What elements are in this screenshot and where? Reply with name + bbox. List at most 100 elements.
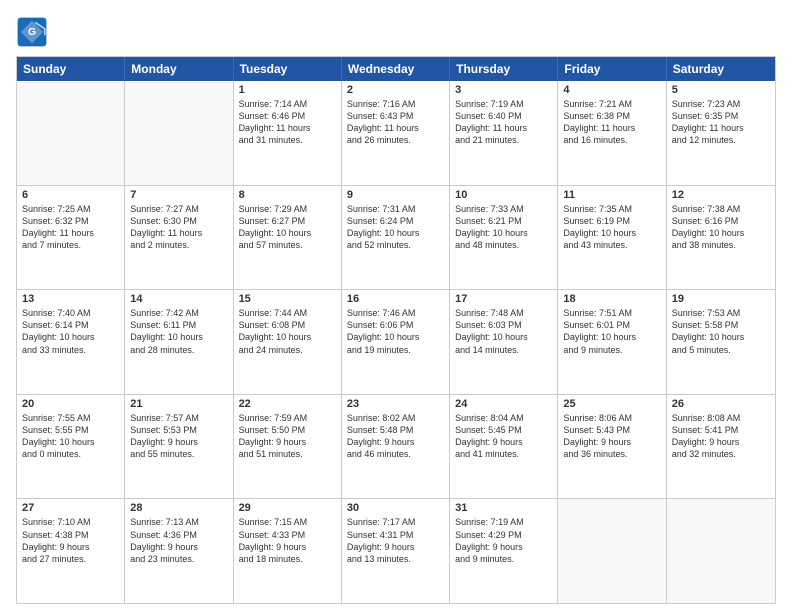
day-number: 2 [347,84,444,96]
day-number: 27 [22,502,119,514]
day-info: Sunrise: 7:53 AM Sunset: 5:58 PM Dayligh… [672,307,770,356]
day-info: Sunrise: 7:21 AM Sunset: 6:38 PM Dayligh… [563,98,660,147]
day-info: Sunrise: 7:57 AM Sunset: 5:53 PM Dayligh… [130,412,227,461]
day-info: Sunrise: 7:25 AM Sunset: 6:32 PM Dayligh… [22,203,119,252]
day-cell-13: 13Sunrise: 7:40 AM Sunset: 6:14 PM Dayli… [17,290,125,394]
day-cell-17: 17 Sunrise: 7:48 AM Sunset: 6:03 PM Dayli… [450,290,558,394]
day-number: 6 [22,189,119,201]
header-day-sunday: Sunday [17,57,125,81]
header-day-wednesday: Wednesday [342,57,450,81]
day-cell-12: 12 Sunrise: 7:38 AM Sunset: 6:16 PM Dayli… [667,186,775,290]
day-number: 3 [455,84,552,96]
day-number: 17 [455,293,552,305]
day-number: 9 [347,189,444,201]
week-row-2: 6 Sunrise: 7:25 AM Sunset: 6:32 PM Daylig… [17,185,775,290]
day-info: Sunrise: 7:14 AM Sunset: 6:46 PM Dayligh… [239,98,336,147]
day-number: 12 [672,189,770,201]
header-day-thursday: Thursday [450,57,558,81]
calendar-body: 1 Sunrise: 7:14 AM Sunset: 6:46 PM Daylig… [17,81,775,603]
header-day-saturday: Saturday [667,57,775,81]
day-cell-11: 11 Sunrise: 7:35 AM Sunset: 6:19 PM Dayli… [558,186,666,290]
day-info: Sunrise: 7:59 AM Sunset: 5:50 PM Dayligh… [239,412,336,461]
day-number: 28 [130,502,227,514]
day-cell-7: 7 Sunrise: 7:27 AM Sunset: 6:30 PM Daylig… [125,186,233,290]
day-cell-29: 29 Sunrise: 7:15 AM Sunset: 4:33 PM Dayli… [234,499,342,603]
day-cell-8: 8 Sunrise: 7:29 AM Sunset: 6:27 PM Daylig… [234,186,342,290]
page: G SundayMondayTuesdayWednesdayThursdayFr… [0,0,792,612]
day-number: 20 [22,398,119,410]
day-number: 5 [672,84,770,96]
day-number: 24 [455,398,552,410]
day-info: Sunrise: 8:02 AM Sunset: 5:48 PM Dayligh… [347,412,444,461]
day-cell-1: 1 Sunrise: 7:14 AM Sunset: 6:46 PM Daylig… [234,81,342,185]
day-number: 7 [130,189,227,201]
day-cell-27: 27 Sunrise: 7:10 AM Sunset: 4:38 PM Dayli… [17,499,125,603]
day-number: 16 [347,293,444,305]
day-number: 18 [563,293,660,305]
day-info: Sunrise: 7:33 AM Sunset: 6:21 PM Dayligh… [455,203,552,252]
day-number: 22 [239,398,336,410]
day-cell-5: 5 Sunrise: 7:23 AM Sunset: 6:35 PM Daylig… [667,81,775,185]
calendar-header: SundayMondayTuesdayWednesdayThursdayFrid… [17,57,775,81]
day-number: 14 [130,293,227,305]
day-cell-25: 25 Sunrise: 8:06 AM Sunset: 5:43 PM Dayli… [558,395,666,499]
empty-cell [125,81,233,185]
day-info: Sunrise: 7:29 AM Sunset: 6:27 PM Dayligh… [239,203,336,252]
day-cell-30: 30 Sunrise: 7:17 AM Sunset: 4:31 PM Dayli… [342,499,450,603]
header-day-monday: Monday [125,57,233,81]
day-cell-14: 14 Sunrise: 7:42 AM Sunset: 6:11 PM Dayli… [125,290,233,394]
day-info: Sunrise: 7:55 AM Sunset: 5:55 PM Dayligh… [22,412,119,461]
day-info: Sunrise: 7:51 AM Sunset: 6:01 PM Dayligh… [563,307,660,356]
day-info: Sunrise: 7:46 AM Sunset: 6:06 PM Dayligh… [347,307,444,356]
day-number: 19 [672,293,770,305]
day-cell-24: 24 Sunrise: 8:04 AM Sunset: 5:45 PM Dayli… [450,395,558,499]
day-info: Sunrise: 7:19 AM Sunset: 4:29 PM Dayligh… [455,516,552,565]
day-info: Sunrise: 8:08 AM Sunset: 5:41 PM Dayligh… [672,412,770,461]
day-cell-31: 31Sunrise: 7:19 AM Sunset: 4:29 PM Dayli… [450,499,558,603]
day-info: Sunrise: 7:13 AM Sunset: 4:36 PM Dayligh… [130,516,227,565]
day-info: Sunrise: 7:15 AM Sunset: 4:33 PM Dayligh… [239,516,336,565]
week-row-5: 27 Sunrise: 7:10 AM Sunset: 4:38 PM Dayli… [17,498,775,603]
day-number: 29 [239,502,336,514]
day-cell-28: 28 Sunrise: 7:13 AM Sunset: 4:36 PM Dayli… [125,499,233,603]
day-cell-18: 18 Sunrise: 7:51 AM Sunset: 6:01 PM Dayli… [558,290,666,394]
day-cell-21: 21 Sunrise: 7:57 AM Sunset: 5:53 PM Dayli… [125,395,233,499]
day-number: 23 [347,398,444,410]
day-cell-20: 20 Sunrise: 7:55 AM Sunset: 5:55 PM Dayli… [17,395,125,499]
day-number: 15 [239,293,336,305]
day-info: Sunrise: 7:23 AM Sunset: 6:35 PM Dayligh… [672,98,770,147]
day-number: 25 [563,398,660,410]
day-info: Sunrise: 7:44 AM Sunset: 6:08 PM Dayligh… [239,307,336,356]
calendar: SundayMondayTuesdayWednesdayThursdayFrid… [16,56,776,604]
day-cell-26: 26Sunrise: 8:08 AM Sunset: 5:41 PM Dayli… [667,395,775,499]
day-cell-19: 19 Sunrise: 7:53 AM Sunset: 5:58 PM Dayli… [667,290,775,394]
day-cell-15: 15 Sunrise: 7:44 AM Sunset: 6:08 PM Dayli… [234,290,342,394]
day-info: Sunrise: 7:17 AM Sunset: 4:31 PM Dayligh… [347,516,444,565]
day-cell-6: 6 Sunrise: 7:25 AM Sunset: 6:32 PM Daylig… [17,186,125,290]
day-info: Sunrise: 7:16 AM Sunset: 6:43 PM Dayligh… [347,98,444,147]
day-number: 30 [347,502,444,514]
day-info: Sunrise: 7:35 AM Sunset: 6:19 PM Dayligh… [563,203,660,252]
empty-cell [17,81,125,185]
day-number: 11 [563,189,660,201]
day-info: Sunrise: 8:06 AM Sunset: 5:43 PM Dayligh… [563,412,660,461]
day-number: 4 [563,84,660,96]
day-number: 13 [22,293,119,305]
day-info: Sunrise: 7:42 AM Sunset: 6:11 PM Dayligh… [130,307,227,356]
day-cell-2: 2 Sunrise: 7:16 AM Sunset: 6:43 PM Daylig… [342,81,450,185]
day-cell-3: 3Sunrise: 7:19 AM Sunset: 6:40 PM Daylig… [450,81,558,185]
day-info: Sunrise: 7:10 AM Sunset: 4:38 PM Dayligh… [22,516,119,565]
header: G [16,16,776,48]
day-info: Sunrise: 8:04 AM Sunset: 5:45 PM Dayligh… [455,412,552,461]
day-info: Sunrise: 7:27 AM Sunset: 6:30 PM Dayligh… [130,203,227,252]
day-cell-4: 4 Sunrise: 7:21 AM Sunset: 6:38 PM Daylig… [558,81,666,185]
day-info: Sunrise: 7:48 AM Sunset: 6:03 PM Dayligh… [455,307,552,356]
day-info: Sunrise: 7:31 AM Sunset: 6:24 PM Dayligh… [347,203,444,252]
logo-icon: G [16,16,48,48]
day-cell-23: 23 Sunrise: 8:02 AM Sunset: 5:48 PM Dayli… [342,395,450,499]
day-info: Sunrise: 7:38 AM Sunset: 6:16 PM Dayligh… [672,203,770,252]
day-number: 1 [239,84,336,96]
day-number: 8 [239,189,336,201]
day-number: 21 [130,398,227,410]
svg-text:G: G [28,27,36,38]
